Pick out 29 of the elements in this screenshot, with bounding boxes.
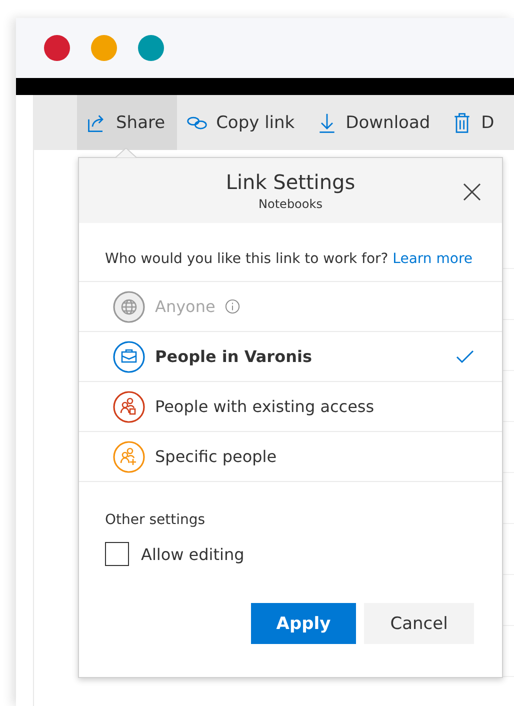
learn-more-link[interactable]: Learn more — [392, 251, 472, 267]
cancel-button[interactable]: Cancel — [364, 603, 474, 644]
close-button[interactable] — [462, 182, 482, 202]
toolbar-button[interactable]: D — [442, 95, 506, 150]
people-lock-icon — [113, 390, 145, 422]
globe-icon — [113, 290, 145, 322]
window-control-dot[interactable] — [138, 35, 164, 61]
toolbar-button[interactable]: Copy link — [177, 95, 307, 150]
option-label: People with existing access — [155, 397, 374, 416]
question-text: Who would you like this link to work for? Learn more — [79, 223, 502, 282]
link-option[interactable]: People with existing access — [79, 382, 502, 432]
dialog-title: Link Settings — [226, 170, 356, 194]
briefcase-icon — [113, 340, 145, 372]
checkmark-icon — [456, 350, 474, 364]
apply-button[interactable]: Apply — [251, 603, 356, 644]
dialog-subtitle: Notebooks — [258, 197, 322, 211]
toolbar-button[interactable]: Download — [306, 95, 442, 150]
option-label: Specific people — [155, 447, 277, 466]
toolbar-button[interactable]: Share — [77, 95, 178, 150]
window-control-dot[interactable] — [44, 35, 70, 61]
section-label: Other settings — [104, 511, 206, 528]
window-control-dot[interactable] — [91, 35, 117, 61]
checkbox-label: Allow editing — [141, 544, 244, 564]
link-option[interactable]: Specific people — [79, 432, 502, 482]
checkbox[interactable] — [105, 542, 129, 566]
link-option[interactable]: People in Varonis — [79, 332, 502, 382]
option-label: People in Varonis — [155, 347, 312, 366]
people-add-icon — [113, 440, 145, 472]
option-label: Anyone — [155, 297, 216, 316]
